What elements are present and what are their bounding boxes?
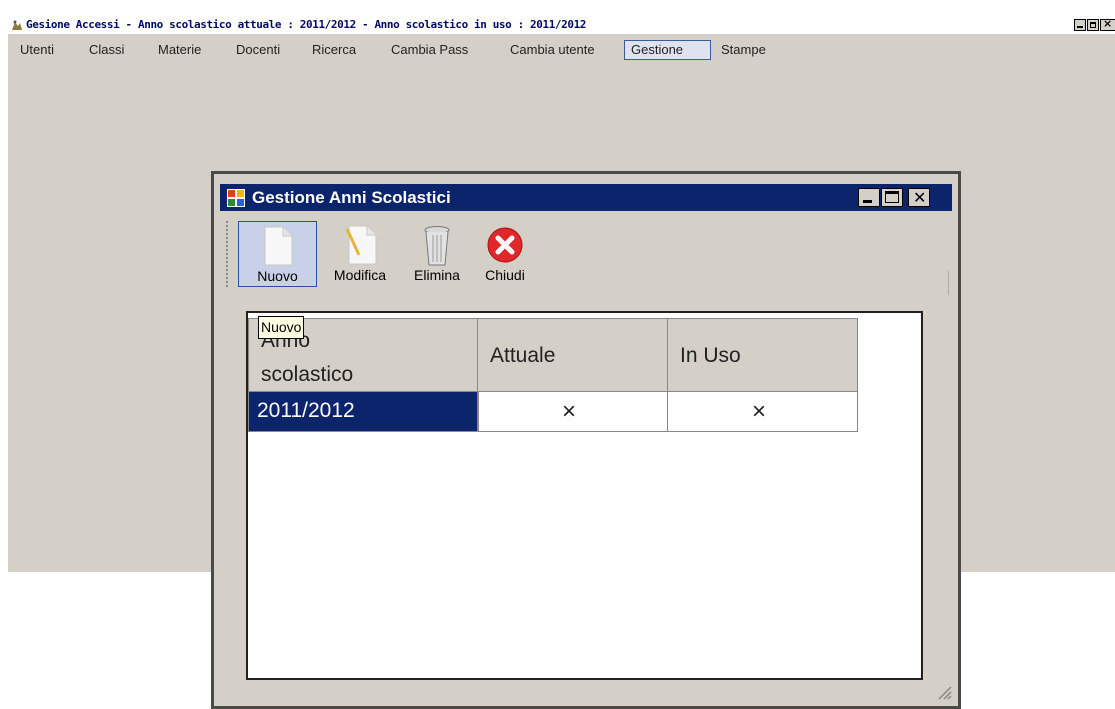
tooltip: Nuovo [258,316,305,339]
window-icon [227,189,245,207]
toolbar: Nuovo Modifica Elimina Chiudi [220,211,952,301]
cell-in-uso-mark: × [752,398,767,425]
app-icon [11,19,23,31]
menu-utenti[interactable]: Utenti [14,40,60,60]
menu-classi[interactable]: Classi [83,40,130,60]
menu-docenti[interactable]: Docenti [230,40,286,60]
toolbar-separator [948,271,949,295]
modifica-label: Modifica [333,267,387,283]
grid-panel: Anno scolastico Attuale In Uso 2011/2012… [246,311,923,680]
resize-grip-icon[interactable] [936,684,952,700]
child-titlebar[interactable]: Gestione Anni Scolastici ✕ [220,184,952,211]
header-anno-line2: scolastico [261,363,354,386]
main-maximize-button[interactable] [1087,19,1099,31]
minimize-button[interactable] [858,188,880,207]
cell-anno-text: 2011/2012 [257,399,355,422]
menu-gestione[interactable]: Gestione [624,40,711,60]
menu-cambia-utente[interactable]: Cambia utente [504,40,601,60]
main-close-button[interactable]: × [1100,17,1115,31]
nuovo-button[interactable]: Nuovo [238,221,317,287]
cell-in-uso[interactable]: × [667,391,858,432]
menu-ricerca[interactable]: Ricerca [306,40,362,60]
header-in-uso-label: In Uso [680,344,741,367]
cell-attuale[interactable]: × [477,391,668,432]
chiudi-label: Chiudi [485,267,525,283]
menu-materie[interactable]: Materie [152,40,207,60]
elimina-button[interactable]: Elimina [404,221,470,287]
toolbar-grip[interactable] [226,221,231,287]
header-attuale-label: Attuale [490,344,556,367]
header-attuale[interactable]: Attuale [477,318,668,392]
close-red-icon [487,227,523,263]
trash-icon [424,226,450,266]
new-document-icon [264,226,292,266]
edit-document-icon [345,225,377,265]
nuovo-label: Nuovo [257,268,298,284]
cell-attuale-mark: × [562,398,577,425]
menu-stampe[interactable]: Stampe [715,40,772,60]
close-button[interactable]: ✕ [908,188,930,207]
main-titlebar[interactable]: Gesione Accessi - Anno scolastico attual… [8,17,1115,34]
elimina-label: Elimina [414,267,460,283]
main-minimize-button[interactable] [1074,19,1086,31]
main-window-title: Gesione Accessi - Anno scolastico attual… [26,18,587,31]
chiudi-button[interactable]: Chiudi [472,221,538,287]
modifica-button[interactable]: Modifica [318,221,402,287]
cell-anno[interactable]: 2011/2012 [248,391,479,432]
child-window-title: Gestione Anni Scolastici [252,188,451,207]
menubar: Utenti Classi Materie Docenti Ricerca Ca… [8,39,1115,61]
maximize-button[interactable] [881,188,903,207]
menu-cambia-pass[interactable]: Cambia Pass [385,40,474,60]
header-in-uso[interactable]: In Uso [667,318,858,392]
